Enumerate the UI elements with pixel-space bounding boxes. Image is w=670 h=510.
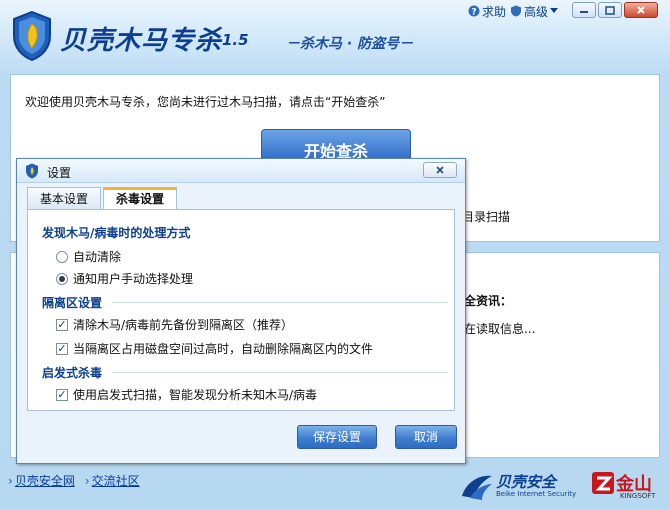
news-title: 全资讯： — [464, 294, 513, 308]
app-slogan: －杀木马 · 防盗号－ — [286, 36, 414, 52]
section-divider — [112, 302, 448, 303]
close-icon — [637, 6, 645, 14]
maximize-icon — [605, 5, 615, 15]
maximize-button[interactable] — [598, 2, 622, 18]
help-link[interactable]: ? 求助 — [468, 3, 506, 20]
checkbox[interactable]: ✓ — [56, 342, 68, 355]
cancel-button[interactable]: 取消 — [395, 425, 457, 449]
section-heading-action: 发现木马/病毒时的处理方式 — [42, 226, 191, 240]
tab-panel: 发现木马/病毒时的处理方式 自动清除 通知用户手动选择处理 隔离区设置 ✓ 清除… — [27, 209, 455, 411]
top-links: ? 求助 高级 — [468, 2, 559, 20]
minimize-icon — [580, 11, 588, 13]
shield-small-icon — [511, 5, 522, 17]
shield-icon — [26, 163, 38, 179]
settings-dialog: 设置 基本设置 杀毒设置 发现木马/病毒时的处理方式 自动清除 通知用户手动选择… — [16, 158, 466, 464]
tab-basic-settings[interactable]: 基本设置 — [27, 187, 102, 209]
close-button[interactable] — [624, 2, 658, 18]
chevron-down-icon — [550, 8, 559, 13]
checkbox-auto-delete-quarantine[interactable]: ✓ 当隔离区占用磁盘空间过高时，自动删除隔离区内的文件 — [56, 340, 373, 357]
radio-button[interactable] — [56, 250, 68, 263]
section-heading-heuristic: 启发式杀毒 — [42, 366, 103, 380]
advanced-menu[interactable]: 高级 — [510, 3, 559, 20]
help-label: 求助 — [482, 4, 507, 19]
directory-scan-link[interactable]: 目录扫描 — [462, 208, 510, 225]
footer-link-community[interactable]: › 交流社区 — [85, 472, 140, 489]
advanced-label: 高级 — [524, 4, 549, 19]
dialog-close-button[interactable] — [423, 162, 457, 178]
checkbox-heuristic-scan[interactable]: ✓ 使用启发式扫描，智能发现分析未知木马/病毒 — [56, 386, 317, 403]
footer-link-label[interactable]: 交流社区 — [92, 474, 140, 488]
checkbox-backup-before-clean[interactable]: ✓ 清除木马/病毒前先备份到隔离区（推荐） — [56, 316, 293, 333]
close-icon — [436, 166, 444, 174]
section-heading-quarantine: 隔离区设置 — [42, 296, 103, 310]
welcome-text: 欢迎使用贝壳木马专杀，您尚未进行过木马扫描，请点击“开始查杀” — [25, 95, 386, 109]
save-settings-button[interactable]: 保存设置 — [297, 425, 377, 449]
radio-auto-clean[interactable]: 自动清除 — [56, 248, 121, 265]
footer-link-beike[interactable]: › 贝壳安全网 — [8, 472, 75, 489]
news-loading-text: 在读取信息... — [464, 322, 536, 336]
app-title: 贝壳木马专杀 — [60, 26, 223, 56]
radio-button[interactable] — [56, 272, 68, 285]
checkbox-label: 当隔离区占用磁盘空间过高时，自动删除隔离区内的文件 — [73, 342, 374, 356]
beike-subtitle: Beike Internet Security — [496, 490, 577, 498]
shield-icon — [13, 10, 51, 62]
window-controls — [572, 2, 658, 18]
dialog-title: 设置 — [47, 166, 72, 180]
arrow-icon: › — [84, 474, 90, 488]
tab-antivirus-settings[interactable]: 杀毒设置 — [103, 187, 178, 211]
footer-link-label[interactable]: 贝壳安全网 — [15, 474, 75, 488]
footer-links: › 贝壳安全网 › 交流社区 — [8, 472, 140, 489]
help-icon: ? — [468, 5, 480, 17]
checkbox[interactable]: ✓ — [56, 388, 68, 401]
radio-notify-user[interactable]: 通知用户手动选择处理 — [56, 270, 193, 287]
checkbox-label: 清除木马/病毒前先备份到隔离区（推荐） — [73, 318, 294, 332]
dialog-title-bar: 设置 — [17, 159, 465, 183]
arrow-icon: › — [8, 474, 13, 488]
kingsoft-subtitle: KINGSOFT — [620, 492, 656, 500]
svg-text:?: ? — [471, 8, 476, 18]
minimize-button[interactable] — [572, 2, 596, 18]
beike-brand: 贝壳安全 — [496, 473, 557, 491]
settings-tabs: 基本设置 杀毒设置 — [27, 187, 178, 211]
radio-label: 通知用户手动选择处理 — [73, 272, 194, 286]
section-divider — [112, 372, 448, 373]
checkbox[interactable]: ✓ — [56, 318, 68, 331]
radio-label: 自动清除 — [73, 250, 122, 264]
app-version: 1.5 — [222, 31, 249, 49]
title-bar: 贝壳木马专杀 1.5 －杀木马 · 防盗号－ ? 求助 高级 — [0, 0, 670, 72]
checkbox-label: 使用启发式扫描，智能发现分析未知木马/病毒 — [73, 388, 318, 402]
